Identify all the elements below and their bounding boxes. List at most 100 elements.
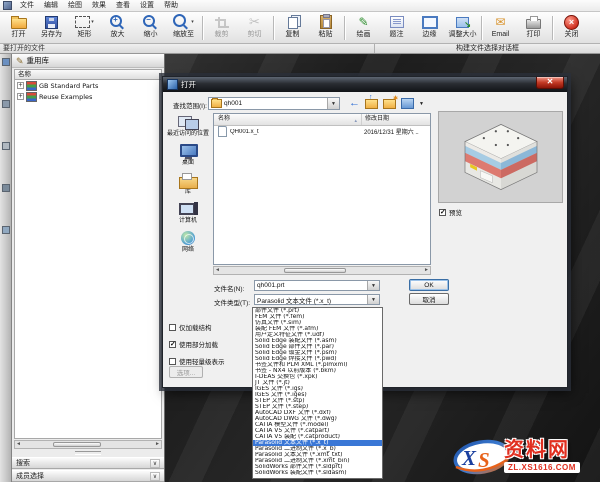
email-button[interactable]: ✉Email	[484, 13, 517, 43]
resource-tab-1-icon[interactable]	[2, 58, 10, 66]
resource-tab-3-icon[interactable]	[2, 142, 10, 150]
column-header-name[interactable]: 名称 ▴	[214, 114, 362, 125]
scrollbar-thumb[interactable]	[284, 268, 346, 273]
file-type-value: Parasolid 文本文件 (*.x_t)	[257, 295, 365, 305]
resource-tab-5-icon[interactable]	[2, 226, 10, 234]
scrollbar-thumb[interactable]	[53, 442, 101, 447]
section-member-select[interactable]: 成员选择∨	[12, 470, 164, 482]
3d-part-preview	[458, 121, 544, 193]
tree-item[interactable]: +Reuse Examples	[15, 91, 161, 102]
caption-button[interactable]: 题注	[380, 13, 413, 43]
checkbox-label: 仅加载结构	[179, 322, 212, 332]
file-list-horizontal-scrollbar[interactable]: ◄ ►	[213, 266, 431, 275]
checkbox-checked-icon[interactable]	[439, 209, 446, 216]
menu-item[interactable]: 设置	[135, 0, 159, 11]
cancel-button[interactable]: 取消	[409, 293, 449, 305]
ok-button[interactable]: OK	[409, 279, 449, 291]
paste-icon	[320, 15, 332, 29]
place-library[interactable]: 库	[177, 173, 199, 196]
look-in-combobox[interactable]: qh001 ▼	[208, 97, 340, 110]
toolbar-item-label: 剪切	[248, 30, 262, 39]
name-column-header[interactable]: 名称	[14, 69, 162, 80]
expander-icon[interactable]: +	[17, 93, 24, 100]
dialog-titlebar[interactable]: 打开	[163, 77, 567, 92]
rect-select-button[interactable]: ▾矩形	[68, 13, 101, 43]
section-search[interactable]: 搜索∨	[12, 457, 164, 469]
look-in-label: 查找范围(I):	[173, 100, 207, 110]
resize-button[interactable]: 调整大小	[446, 13, 479, 43]
draw-button[interactable]: ✎绘画	[347, 13, 380, 43]
cut-button: ✂剪切	[238, 13, 271, 43]
chevron-down-icon[interactable]: ∨	[150, 472, 160, 481]
tree-horizontal-scrollbar[interactable]: ◄ ►	[14, 440, 162, 449]
resource-tab-2-icon[interactable]	[2, 100, 10, 108]
scroll-right-icon[interactable]: ►	[155, 441, 160, 448]
place-label: 计算机	[179, 218, 197, 225]
tree-item[interactable]: +GB Standard Parts	[15, 80, 161, 91]
resource-tab-4-icon[interactable]	[2, 184, 10, 192]
view-menu-icon[interactable]	[401, 98, 414, 109]
zoom-to-button[interactable]: ▾缩放至	[167, 13, 200, 43]
place-computer[interactable]: 计算机	[177, 202, 199, 225]
zoom-out-button[interactable]: 缩小	[134, 13, 167, 43]
toolbar-icon-row	[110, 14, 126, 30]
chevron-down-icon[interactable]: ▼	[367, 295, 379, 304]
up-one-level-icon[interactable]	[365, 99, 378, 109]
library-icon	[177, 173, 199, 188]
place-network[interactable]: 网络	[177, 231, 199, 254]
scroll-left-icon[interactable]: ◄	[16, 441, 21, 448]
print-button[interactable]: 打印	[517, 13, 550, 43]
copy-button[interactable]: 复制	[276, 13, 309, 43]
toolbar-icon-row: ▾	[173, 14, 194, 30]
checkbox-checked-icon[interactable]	[169, 341, 176, 348]
chevron-down-icon[interactable]: ∨	[150, 459, 160, 468]
use-partial-loading-checkbox[interactable]: 使用部分加载	[169, 339, 225, 349]
chevron-down-icon[interactable]: ▼	[327, 98, 339, 109]
resize-icon	[456, 17, 469, 28]
menu-item[interactable]: 编辑	[39, 0, 63, 11]
zoom-out-icon	[143, 15, 155, 27]
checkbox-unchecked-icon[interactable]	[169, 324, 176, 331]
zoom-in-button[interactable]: 放大	[101, 13, 134, 43]
paste-button[interactable]: 粘贴	[309, 13, 342, 43]
edge-button[interactable]: 边缘	[413, 13, 446, 43]
menu-item[interactable]: 绘图	[63, 0, 87, 11]
toolbar-item-label: 另存为	[41, 30, 62, 39]
back-icon[interactable]: ←	[349, 98, 360, 109]
view-menu-dropdown-icon[interactable]: ▼	[419, 101, 424, 107]
menu-item[interactable]: 帮助	[159, 0, 183, 11]
menu-item[interactable]: 文件	[15, 0, 39, 11]
dropdown-arrow-icon[interactable]: ▾	[91, 19, 94, 25]
place-label: 库	[185, 189, 191, 196]
dialog-close-button[interactable]: ✕	[536, 77, 564, 89]
file-row[interactable]: QH001.x_t2016/12/31 星期六 ..	[214, 126, 430, 137]
toolbar-icon-row	[11, 14, 27, 30]
place-desktop[interactable]: 桌面	[177, 144, 199, 167]
toolbar-item-label: 复制	[286, 30, 300, 39]
use-lightweight-checkbox[interactable]: 使用轻量级表示	[169, 356, 225, 366]
menu-item[interactable]: 效果	[87, 0, 111, 11]
expander-icon[interactable]: +	[17, 82, 24, 89]
load-structure-only-checkbox[interactable]: 仅加载结构	[169, 322, 225, 332]
open-button[interactable]: 打开	[2, 13, 35, 43]
menu-item[interactable]: 查看	[111, 0, 135, 11]
close-button[interactable]: 关闭	[555, 13, 588, 43]
place-recent[interactable]: 最近访问的位置	[167, 115, 209, 138]
crop-icon	[218, 17, 229, 28]
file-type-option[interactable]: SolidWorks 装配文件 (*.sldasm)	[253, 470, 382, 476]
crop-button: 裁剪	[205, 13, 238, 43]
dialog-nav-buttons: ← ▼	[349, 97, 424, 110]
scroll-left-icon[interactable]: ◄	[215, 267, 220, 274]
column-header-date[interactable]: 修改日期	[362, 114, 430, 125]
scroll-right-icon[interactable]: ►	[424, 267, 429, 274]
file-name-combobox[interactable]: qh001.prt ▼	[254, 280, 380, 291]
watermark-text: 资料网 ZL.XS1616.COM	[504, 440, 580, 473]
dropdown-arrow-icon[interactable]: ▾	[191, 19, 194, 25]
new-folder-icon[interactable]	[383, 99, 396, 109]
draw-icon: ✎	[358, 15, 368, 29]
checkbox-unchecked-icon[interactable]	[169, 358, 176, 365]
save-as-button[interactable]: 另存为	[35, 13, 68, 43]
file-type-combobox[interactable]: Parasolid 文本文件 (*.x_t) ▼	[254, 294, 380, 305]
chevron-down-icon[interactable]: ▼	[367, 281, 379, 290]
preview-toggle[interactable]: 预览	[439, 207, 462, 217]
